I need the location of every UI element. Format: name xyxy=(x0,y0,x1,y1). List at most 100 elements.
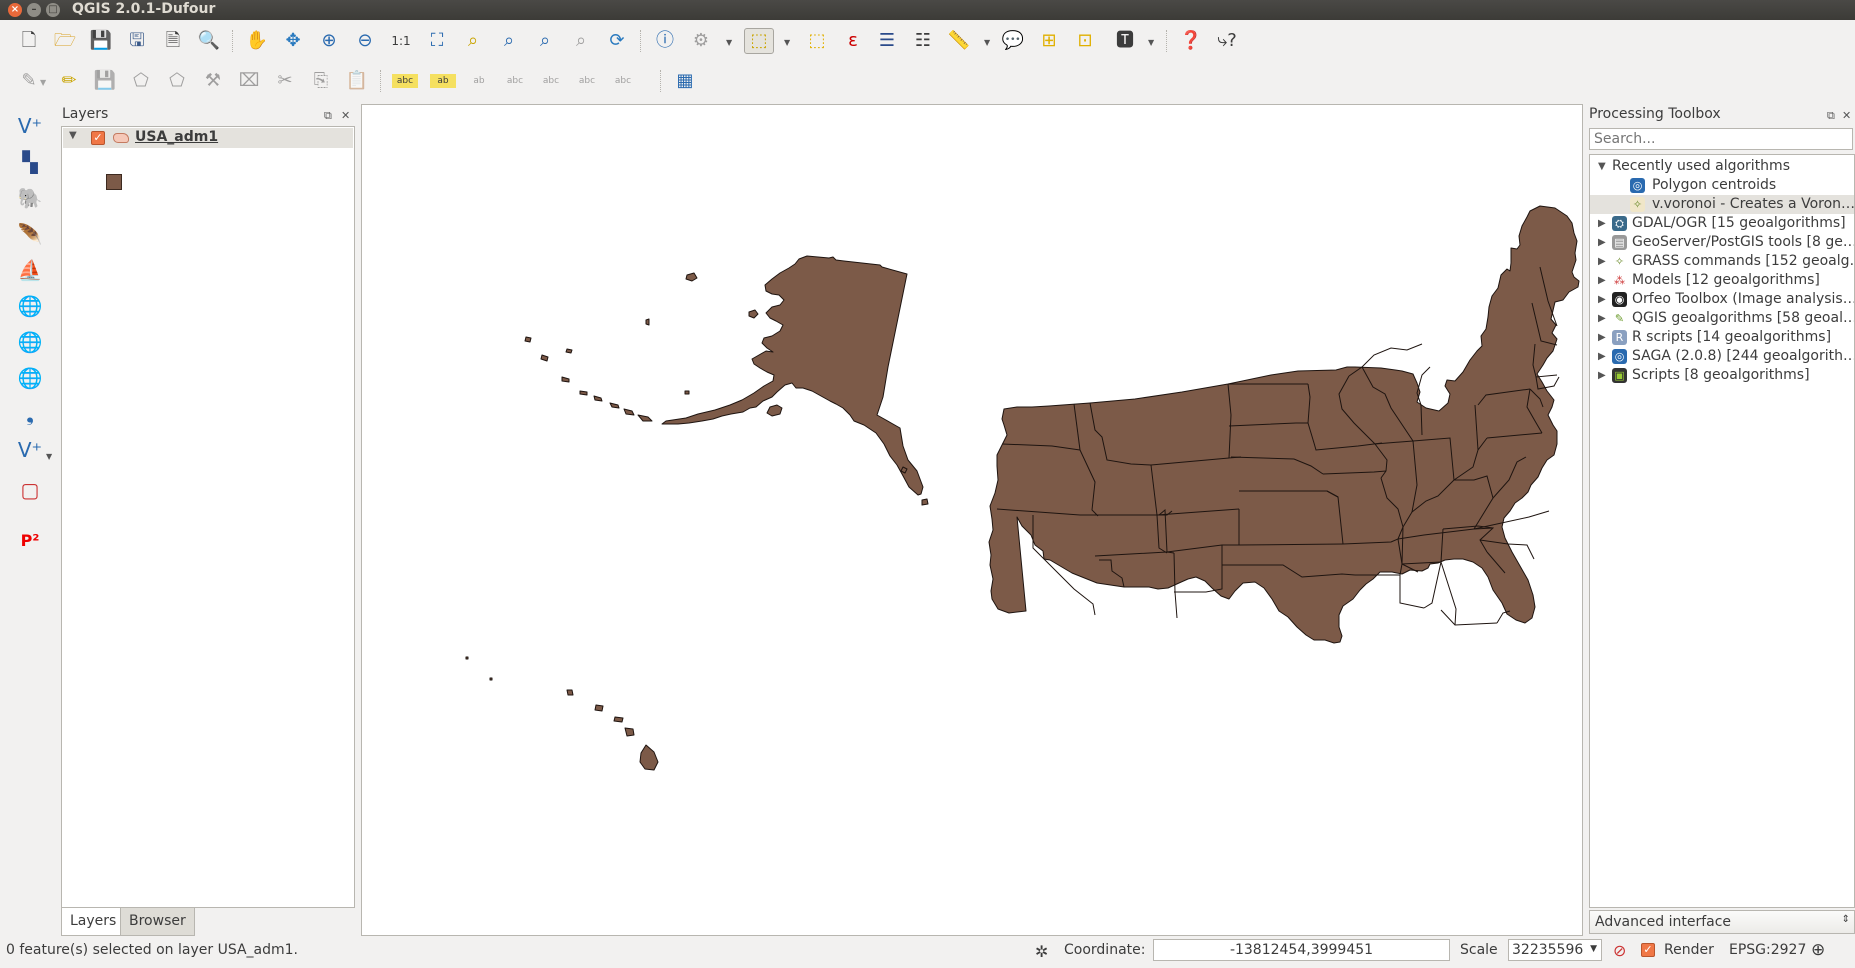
zoom-in-icon[interactable]: ⊕ xyxy=(316,28,342,54)
open-project-icon[interactable]: 🗁 xyxy=(52,28,78,54)
collapse-arrow-icon[interactable]: ▼ xyxy=(1598,157,1606,176)
expand-arrow-icon[interactable]: ▶ xyxy=(1598,290,1606,309)
ogc-plugin-icon[interactable]: ▦ xyxy=(672,68,698,94)
render-checkbox[interactable]: ✓ xyxy=(1641,943,1655,957)
add-mssql-layer-icon[interactable]: ⛵ xyxy=(16,256,44,284)
paste-features-icon[interactable]: 📋 xyxy=(344,68,370,94)
chevron-down-icon[interactable]: ▼ xyxy=(1148,38,1154,47)
tree-provider-geoserver[interactable]: ▶ ▤ GeoServer/PostGIS tools [8 ge… xyxy=(1590,233,1854,252)
tree-provider-r[interactable]: ▶ R R scripts [14 geoalgorithms] xyxy=(1590,328,1854,347)
chevron-down-icon[interactable]: ▼ xyxy=(984,38,990,47)
chevron-down-icon[interactable]: ▼ xyxy=(40,78,46,87)
move-feature-icon[interactable]: ⬠ xyxy=(164,68,190,94)
new-project-icon[interactable]: 🗋 xyxy=(16,28,42,54)
pan-icon[interactable]: ✋ xyxy=(244,28,270,54)
float-panel-icon[interactable]: ⧉ xyxy=(324,109,332,123)
chevron-down-icon[interactable]: ▼ xyxy=(784,38,790,47)
layer-item[interactable]: ▼ ✓ USA_adm1 xyxy=(63,128,353,148)
label-tool-icon[interactable]: abc xyxy=(392,74,418,88)
add-spatialite-layer-icon[interactable]: 🪶 xyxy=(16,220,44,248)
minimize-window-button[interactable]: – xyxy=(27,3,41,17)
tab-browser[interactable]: Browser xyxy=(120,908,195,936)
copy-features-icon[interactable]: ⎘ xyxy=(308,68,334,94)
expand-arrow-icon[interactable]: ▶ xyxy=(1598,328,1606,347)
pin-labels-icon[interactable]: ab xyxy=(430,74,456,88)
save-project-icon[interactable]: 💾 xyxy=(88,28,114,54)
zoom-actual-icon[interactable]: 1:1 xyxy=(388,28,414,54)
map-canvas[interactable] xyxy=(361,104,1583,936)
add-postgis-layer-icon[interactable]: 🐘 xyxy=(16,184,44,212)
add-vector-layer-icon[interactable]: V⁺ xyxy=(16,112,44,140)
tree-provider-saga[interactable]: ▶ ◎ SAGA (2.0.8) [244 geoalgorith… xyxy=(1590,347,1854,366)
add-feature-icon[interactable]: ⬠ xyxy=(128,68,154,94)
help-contents-icon[interactable]: ❓ xyxy=(1178,28,1204,54)
tree-provider-grass[interactable]: ▶ ✧ GRASS commands [152 geoalg… xyxy=(1590,252,1854,271)
expand-arrow-icon[interactable]: ▶ xyxy=(1598,309,1606,328)
processing-algorithm-tree[interactable]: ▼ Recently used algorithms ◎ Polygon cen… xyxy=(1589,154,1855,908)
zoom-to-selection-icon[interactable]: ⌕ xyxy=(496,28,522,54)
float-panel-icon[interactable]: ⧉ xyxy=(1827,109,1835,123)
show-bookmarks-icon[interactable]: ⊡ xyxy=(1072,28,1098,54)
p2-plugin-icon[interactable]: P² xyxy=(16,526,44,554)
refresh-icon[interactable]: ⟳ xyxy=(604,28,630,54)
add-oracle-layer-icon[interactable]: V⁺ xyxy=(16,436,44,464)
zoom-last-icon[interactable]: ⌕ xyxy=(532,28,558,54)
layer-symbol-swatch[interactable] xyxy=(106,174,122,190)
maximize-window-button[interactable]: □ xyxy=(46,3,60,17)
new-bookmark-icon[interactable]: ⊞ xyxy=(1036,28,1062,54)
stop-render-icon[interactable]: ⊘ xyxy=(1613,941,1626,960)
collapse-arrow-icon[interactable]: ▼ xyxy=(69,130,77,141)
label-settings-icon[interactable]: abc xyxy=(610,68,636,94)
add-wfs-layer-icon[interactable]: 🌐 xyxy=(16,364,44,392)
add-raster-layer-icon[interactable]: ▚ xyxy=(16,148,44,176)
zoom-out-icon[interactable]: ⊖ xyxy=(352,28,378,54)
crs-status-label[interactable]: EPSG:2927 xyxy=(1729,942,1806,958)
attribute-table-icon[interactable]: ☰ xyxy=(874,28,900,54)
close-panel-icon[interactable]: ✕ xyxy=(1842,109,1851,122)
add-wms-layer-icon[interactable]: 🌐 xyxy=(16,292,44,320)
chevron-down-icon[interactable]: ▼ xyxy=(726,38,732,47)
current-edits-icon[interactable]: ✎ xyxy=(16,68,42,94)
add-delimited-text-icon[interactable]: ❟ xyxy=(16,400,44,428)
tree-item-v-voronoi[interactable]: ✧ v.voronoi - Creates a Voron… xyxy=(1590,195,1854,214)
toggle-extents-icon[interactable]: ✲ xyxy=(1035,942,1048,961)
toggle-editing-icon[interactable]: ✏ xyxy=(56,68,82,94)
show-hide-labels-icon[interactable]: ab xyxy=(466,68,492,94)
tree-provider-models[interactable]: ▶ ⁂ Models [12 geoalgorithms] xyxy=(1590,271,1854,290)
field-calculator-icon[interactable]: ε xyxy=(840,28,866,54)
whats-this-icon[interactable]: ⤷? xyxy=(1214,28,1240,54)
cut-features-icon[interactable]: ✂ xyxy=(272,68,298,94)
change-label-icon[interactable]: abc xyxy=(574,68,600,94)
close-window-button[interactable]: × xyxy=(8,3,22,17)
interface-mode-select[interactable]: Advanced interface ⇕ xyxy=(1589,910,1855,934)
delete-selected-icon[interactable]: ⌧ xyxy=(236,68,262,94)
layers-tree[interactable]: ▼ ✓ USA_adm1 xyxy=(61,126,355,908)
select-features-icon[interactable]: ⬚ xyxy=(744,28,774,54)
add-wcs-layer-icon[interactable]: 🌐 xyxy=(16,328,44,356)
text-annotation-icon[interactable]: 🆃 xyxy=(1112,28,1138,54)
run-feature-action-icon[interactable]: ⚙ xyxy=(688,28,714,54)
save-as-icon[interactable]: 🖫 xyxy=(124,28,150,54)
chevron-down-icon[interactable]: ▼ xyxy=(46,452,52,461)
expand-arrow-icon[interactable]: ▶ xyxy=(1598,233,1606,252)
zoom-to-layer-icon[interactable]: ⌕ xyxy=(460,28,486,54)
zoom-full-icon[interactable]: ⛶ xyxy=(424,28,450,54)
layer-name[interactable]: USA_adm1 xyxy=(135,129,218,145)
map-tips-icon[interactable]: 💬 xyxy=(1000,28,1026,54)
tree-item-polygon-centroids[interactable]: ◎ Polygon centroids xyxy=(1590,176,1854,195)
expand-arrow-icon[interactable]: ▶ xyxy=(1598,252,1606,271)
expand-arrow-icon[interactable]: ▶ xyxy=(1598,271,1606,290)
tree-provider-scripts[interactable]: ▶ ▣ Scripts [8 geoalgorithms] xyxy=(1590,366,1854,385)
move-label-icon[interactable]: abc xyxy=(502,68,528,94)
processing-search-input[interactable] xyxy=(1589,128,1853,150)
chevron-down-icon[interactable]: ▼ xyxy=(1590,944,1597,954)
new-shapefile-icon[interactable]: ▢ xyxy=(16,476,44,504)
save-layer-edits-icon[interactable]: 💾 xyxy=(92,68,118,94)
expand-arrow-icon[interactable]: ▶ xyxy=(1598,366,1606,385)
coordinate-field[interactable] xyxy=(1153,939,1450,961)
zoom-next-icon[interactable]: ⌕ xyxy=(568,28,594,54)
tab-layers[interactable]: Layers xyxy=(61,908,126,936)
tree-provider-gdal[interactable]: ▶ ⛭ GDAL/OGR [15 geoalgorithms] xyxy=(1590,214,1854,233)
node-tool-icon[interactable]: ⚒ xyxy=(200,68,226,94)
statistical-summary-icon[interactable]: ☷ xyxy=(910,28,936,54)
